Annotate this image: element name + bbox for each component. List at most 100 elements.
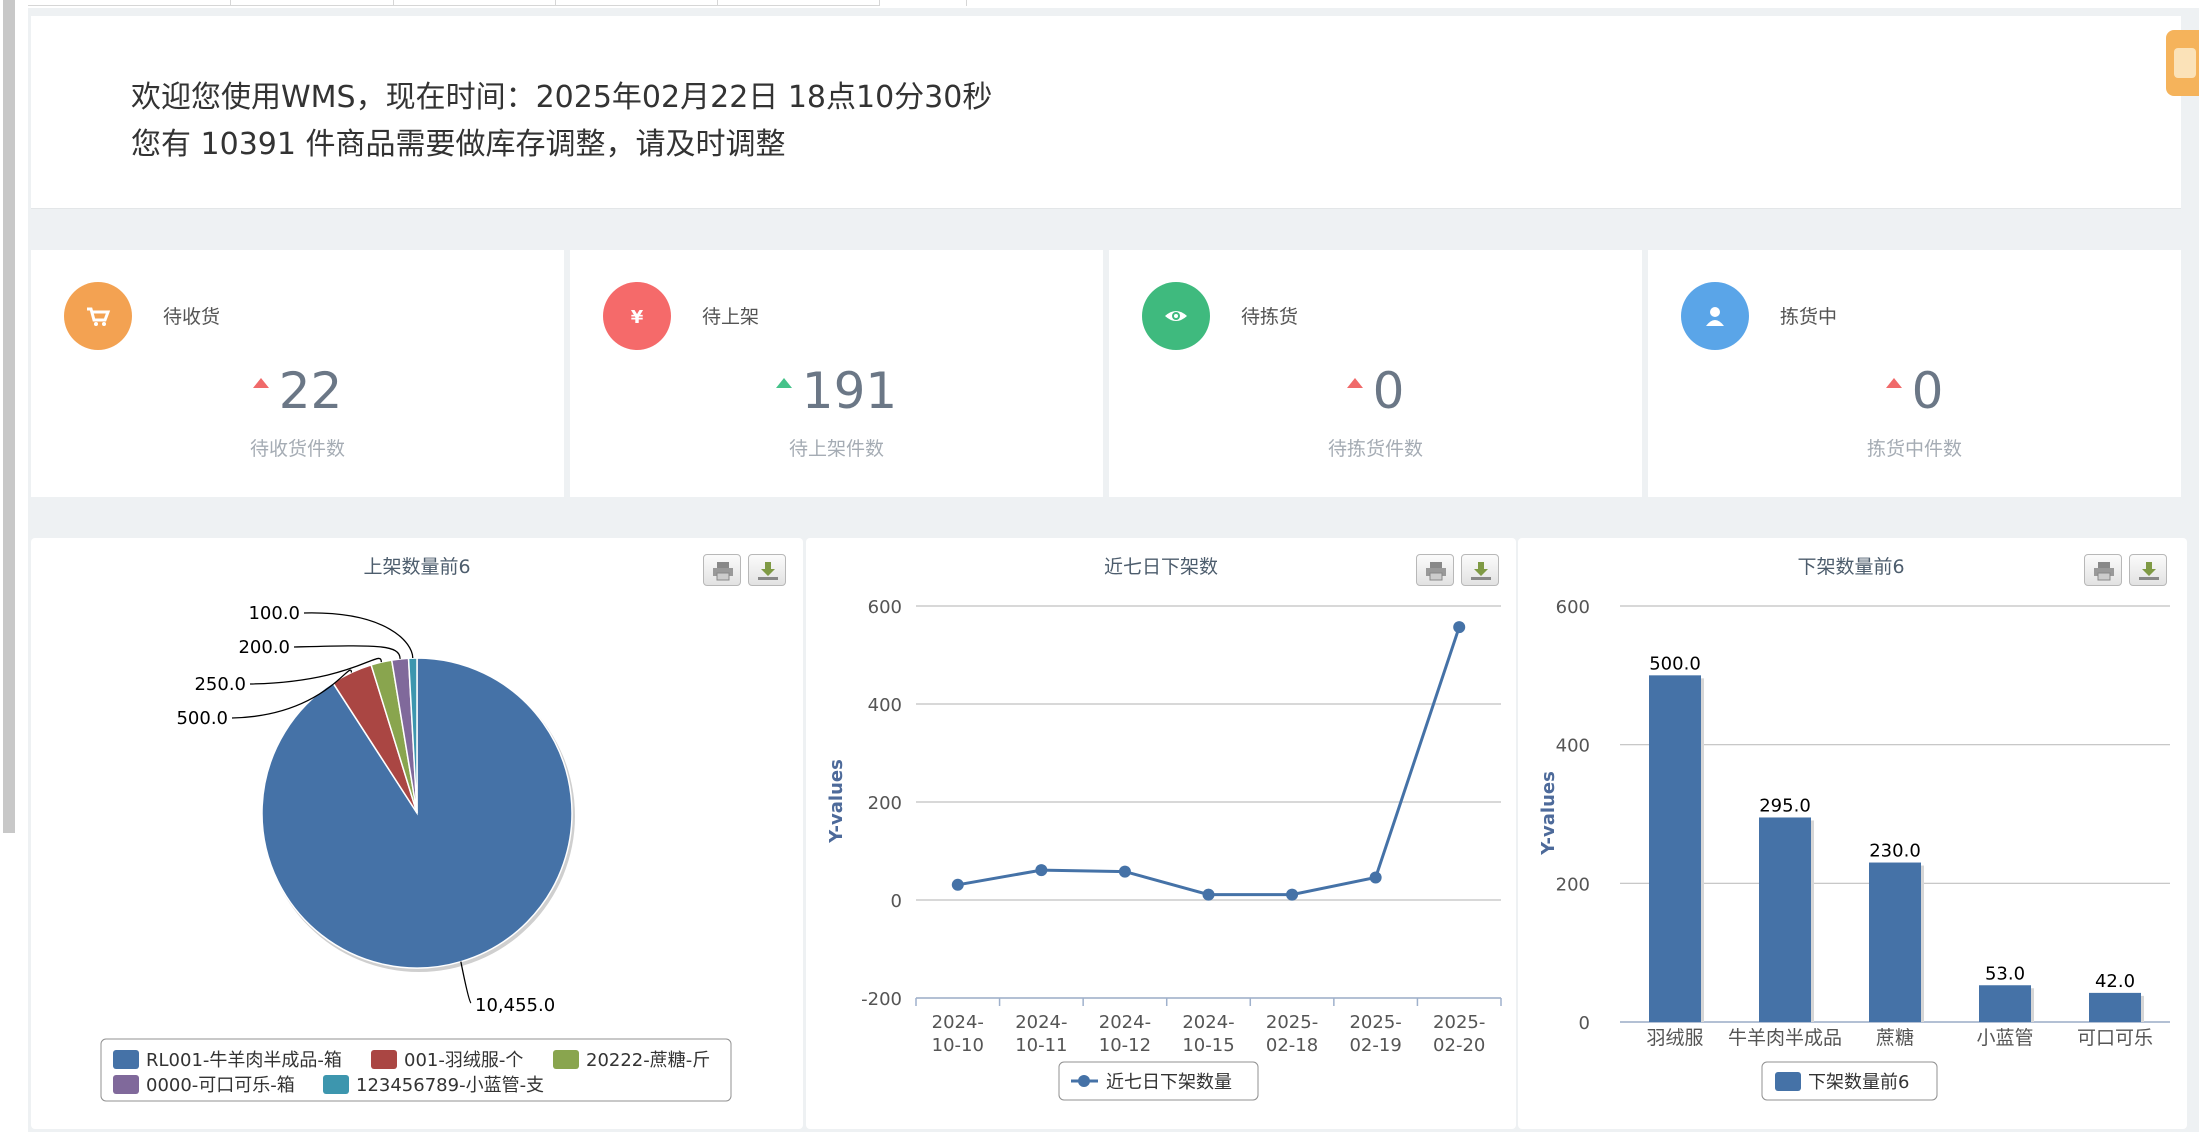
stat-title: 待上架 [702,306,760,328]
x-tick-label: 2025-02-19 [1349,1012,1401,1056]
vertical-scrollbar[interactable] [0,0,28,1132]
bar-data-label: 53.0 [1985,963,2025,984]
download-button[interactable] [748,554,786,586]
bar-data-label: 230.0 [1869,841,1921,862]
stat-title: 拣货中 [1780,306,1838,328]
eye-icon [1142,282,1210,350]
svg-text:¥: ¥ [631,307,644,328]
y-tick-label: 400 [1556,736,1590,757]
top-tab-strip [28,0,2199,8]
pie-connector [460,961,472,1004]
x-tick-label: 2025-02-20 [1433,1012,1485,1056]
puzzle-icon [2174,48,2196,78]
pie-data-label: 10,455.0 [475,995,555,1016]
x-tick-label: 小蓝管 [1976,1027,2033,1049]
tab[interactable] [556,0,718,6]
pie-data-label: 250.0 [194,674,246,695]
download-icon [758,562,778,580]
chart-title: 上架数量前6 [363,556,470,578]
legend-swatch [113,1075,139,1094]
y-axis-label: Y-values [1538,771,1559,856]
y-tick-label: -200 [861,989,902,1010]
legend-marker [1078,1075,1090,1087]
print-icon [713,562,733,581]
y-tick-label: 600 [1556,597,1590,618]
line-point [1369,871,1382,884]
line-point [1118,865,1131,878]
pie-data-label: 100.0 [248,603,300,624]
yen-icon: ¥ [603,282,671,350]
download-button[interactable] [1461,554,1499,586]
line-chart: 近七日下架数 600 400 200 0 -200 2024-10-10 2024-10-1… [826,556,1502,1101]
legend-swatch [371,1050,397,1069]
stat-value: 0 [1648,362,2181,420]
stat-label: 待拣货件数 [1327,438,1423,460]
x-tick-label: 2025-02-18 [1266,1012,1318,1056]
settings-widget-button[interactable] [2166,30,2199,96]
bar-data-label: 295.0 [1759,795,1811,816]
stat-label: 待上架件数 [788,438,884,460]
y-tick-label: 600 [868,597,902,618]
stat-value: 0 [1109,362,1642,420]
line-point [1453,621,1466,634]
legend-item: RL001-牛羊肉半成品-箱 [146,1050,342,1071]
legend-item: 近七日下架数量 [1106,1072,1232,1093]
trend-up-icon [775,378,792,388]
legend-item: 001-羽绒服-个 [404,1050,523,1071]
stat-title: 待收货 [163,306,221,328]
bar-chart: 下架数量前6 600 400 200 0 羽绒服 牛羊肉半成品 蔗糖 小蓝管 可口可乐 500.… [1538,556,2170,1101]
stat-title: 待拣货 [1241,306,1299,328]
trend-up-icon [1885,378,1902,388]
line-point [951,878,964,891]
bar [1759,817,1811,1022]
print-button[interactable] [2084,554,2122,586]
bar [1979,985,2031,1022]
print-button[interactable] [703,554,741,586]
pie-chart-panel: 上架数量前6 10,455.0 500.0 250.0 200.0 100.0 RL00… [31,538,803,1129]
user-icon [1681,282,1749,350]
pie-data-label: 500.0 [176,708,228,729]
y-tick-label: 400 [868,695,902,716]
print-icon [2094,562,2114,581]
y-tick-label: 0 [891,891,902,912]
legend-item: 20222-蔗糖-斤 [586,1050,710,1071]
y-tick-label: 200 [868,793,902,814]
print-button[interactable] [1416,554,1454,586]
tab[interactable] [718,0,880,6]
download-icon [2139,562,2159,580]
bar [1869,862,1921,1022]
stat-label: 待收货件数 [249,438,345,460]
welcome-panel: 欢迎您使用WMS，现在时间：2025年02月22日 18点10分30秒 您有 1… [31,16,2181,209]
line-chart-panel: 近七日下架数 600 400 200 0 -200 2024-10-10 2024-10-1… [806,538,1516,1129]
x-tick-label: 可口可乐 [2077,1027,2153,1049]
bar-chart-panel: 下架数量前6 600 400 200 0 羽绒服 牛羊肉半成品 蔗糖 小蓝管 可口可乐 500.… [1518,538,2187,1129]
tab[interactable] [394,0,556,6]
pie-chart: 上架数量前6 10,455.0 500.0 250.0 200.0 100.0 RL00… [100,556,732,1102]
legend-swatch [1775,1072,1801,1091]
legend-item: 下架数量前6 [1808,1072,1909,1093]
download-button[interactable] [2129,554,2167,586]
trend-up-icon [252,378,269,388]
tab-active[interactable] [880,0,967,6]
scrollbar-thumb[interactable] [3,0,15,833]
x-tick-label: 2024-10-10 [932,1012,984,1056]
line-series [957,626,1461,897]
bar-data-label: 500.0 [1649,653,1701,674]
legend-item: 0000-可口可乐-箱 [146,1075,295,1096]
legend-swatch [323,1075,349,1094]
stat-label: 拣货中件数 [1866,438,1962,460]
bar [1649,675,1701,1022]
x-tick-label: 蔗糖 [1876,1027,1914,1049]
stat-card-pending-receipt: 待收货 22 待收货件数 [31,250,564,497]
tab[interactable] [231,0,394,6]
stat-card-pending-picking: 待拣货 0 待拣货件数 [1109,250,1642,497]
stat-card-picking: 拣货中 0 拣货中件数 [1648,250,2181,497]
line-point [1035,864,1048,877]
bar-data-label: 42.0 [2095,971,2135,992]
chart-title: 下架数量前6 [1797,556,1904,578]
x-tick-label: 2024-10-12 [1099,1012,1151,1056]
bar [2089,992,2141,1022]
chart-title: 近七日下架数 [1104,556,1218,578]
y-tick-label: 0 [1579,1013,1590,1034]
tab[interactable] [28,0,231,6]
